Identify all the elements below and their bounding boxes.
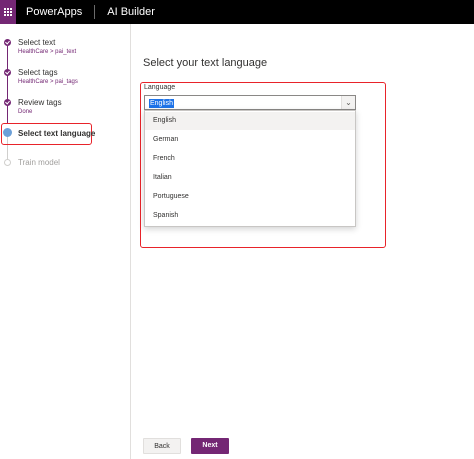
language-label: Language [144,84,176,91]
pending-step-icon [4,159,11,166]
chevron-down-icon[interactable]: ⌄ [341,96,355,109]
page-title: Select your text language [143,57,268,69]
step-subtitle: Done [18,109,33,115]
language-option-german[interactable]: German [145,131,355,149]
check-icon [4,69,11,76]
header-divider [94,5,96,19]
check-icon [4,99,11,106]
step-subtitle: HealthCare > pai_text [18,49,77,55]
language-dropdown: English German French Italian Portuguese… [144,110,356,227]
step-title: Review tags [18,98,62,107]
step-title: Select text language [18,129,96,138]
step-title: Select text [18,38,56,47]
steps-sidebar: Select text HealthCare > pai_text Select… [0,24,131,459]
language-option-portuguese[interactable]: Portuguese [145,188,355,206]
language-select[interactable]: English ⌄ [144,95,356,110]
language-option-french[interactable]: French [145,150,355,168]
selected-language: English [149,99,174,108]
product-name[interactable]: AI Builder [107,6,155,18]
current-step-icon [3,128,12,137]
app-name[interactable]: PowerApps [26,6,82,18]
waffle-icon[interactable] [0,0,16,24]
next-button[interactable]: Next [191,438,229,454]
check-icon [4,39,11,46]
step-title: Select tags [18,68,58,77]
language-option-italian[interactable]: Italian [145,169,355,187]
top-bar: PowerApps AI Builder [0,0,474,24]
back-button[interactable]: Back [143,438,181,454]
progress-track [7,46,8,124]
step-subtitle: HealthCare > pai_tags [18,79,78,85]
language-option-english[interactable]: English [145,112,355,130]
step-title: Train model [18,158,60,167]
language-option-spanish[interactable]: Spanish [145,207,355,225]
